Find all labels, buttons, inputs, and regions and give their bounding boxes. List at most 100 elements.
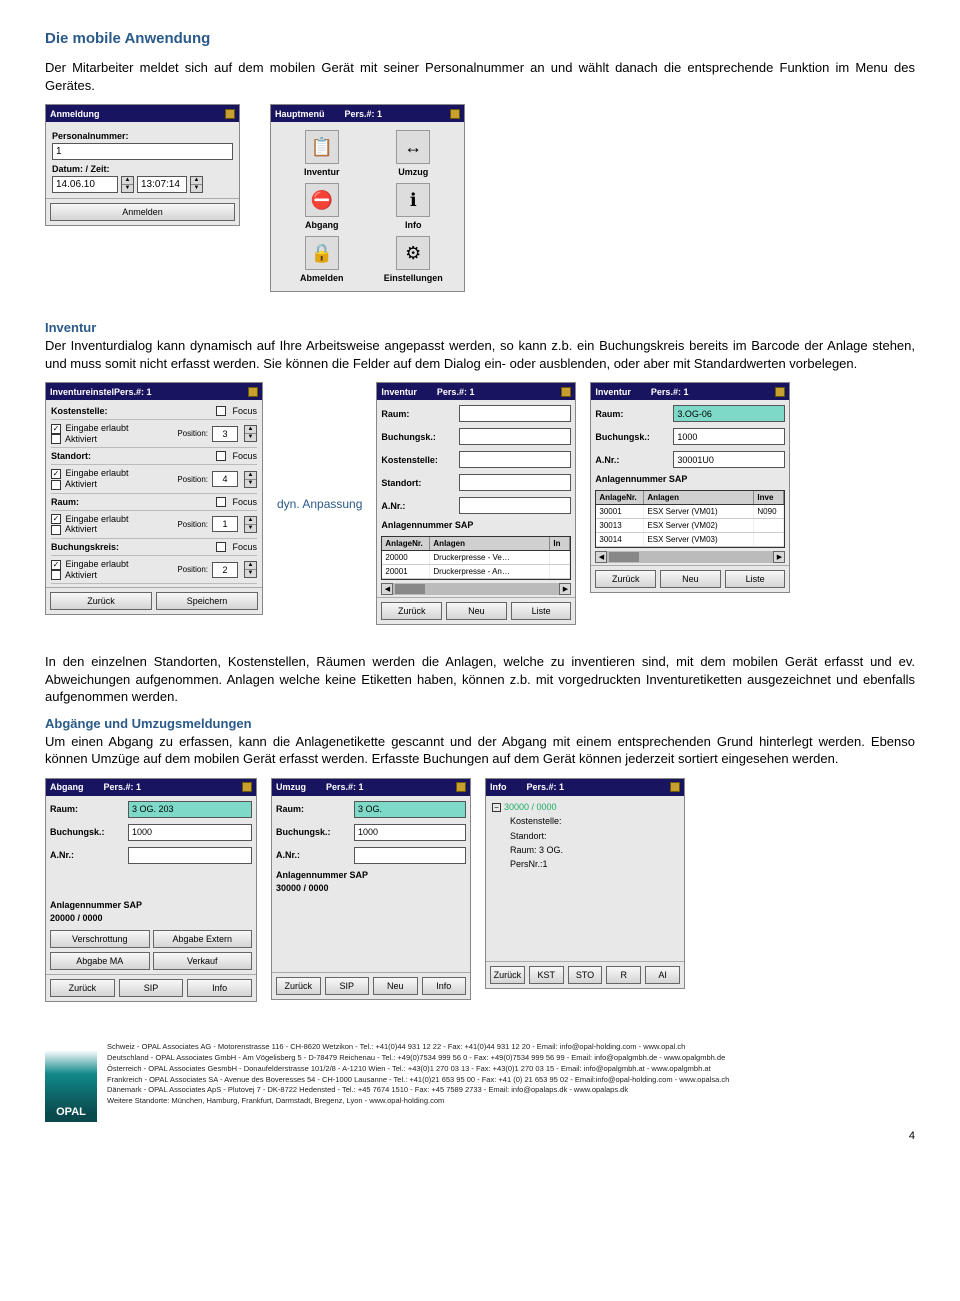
scrollbar[interactable]: ◀▶ [381,583,571,595]
menu-umzug[interactable]: ↔Umzug [371,130,457,177]
focus-checkbox[interactable] [216,406,226,416]
input-kst[interactable] [459,451,571,468]
position-input[interactable]: 1 [212,516,238,532]
input-time[interactable]: 13:07:14 [137,176,187,193]
window-title: Anmeldung [50,109,100,119]
time-spinner[interactable]: ▲▼ [190,176,203,193]
menu-abgang[interactable]: ⛔Abgang [279,183,365,230]
annotation-dyn: dyn. Anpassung [277,497,362,511]
remove-icon: ⛔ [305,183,339,217]
r-button[interactable]: R [606,966,641,984]
window-title: Info [490,782,507,792]
back-button[interactable]: Zurück [276,977,321,995]
save-button[interactable]: Speichern [156,592,258,610]
battery-icon [242,782,252,792]
sto-button[interactable]: STO [568,966,603,984]
back-button[interactable]: Zurück [595,570,656,588]
footer-line: Weitere Standorte: München, Hamburg, Fra… [107,1096,915,1107]
info-code: 30000 / 0000 [504,802,557,812]
date-spinner[interactable]: ▲▼ [121,176,134,193]
ai-button[interactable]: AI [645,966,680,984]
menu-inventur[interactable]: 📋Inventur [279,130,365,177]
screenshot-anmeldung: Anmeldung Personalnummer: 1 Datum: / Zei… [45,104,240,226]
info-line: PersNr.:1 [492,857,678,871]
input-raum[interactable]: 3.OG-06 [673,405,785,422]
input-date[interactable]: 14.06.10 [52,176,118,193]
list-button[interactable]: Liste [725,570,786,588]
eingabe-checkbox[interactable]: ✓ [51,514,61,524]
focus-checkbox[interactable] [216,497,226,507]
scrollbar[interactable]: ◀▶ [595,551,785,563]
new-button[interactable]: Neu [373,977,418,995]
titlebar: Hauptmenü Pers.#: 1 [271,105,464,122]
pers-label: Pers.#: 1 [651,387,689,397]
focus-checkbox[interactable] [216,451,226,461]
opt-verkauf[interactable]: Verkauf [153,952,253,970]
input-buk[interactable]: 1000 [673,428,785,445]
window-title: InventureinstelPers.#: 1 [50,387,152,397]
opt-verschrottung[interactable]: Verschrottung [50,930,150,948]
input-raum[interactable]: 3 OG. [354,801,466,818]
footer-line: Frankreich - OPAL Associates SA - Avenue… [107,1075,915,1086]
intro-paragraph: Der Mitarbeiter meldet sich auf dem mobi… [45,59,915,94]
input-buk[interactable] [459,428,571,445]
battery-icon [561,387,571,397]
menu-info[interactable]: ℹInfo [371,183,457,230]
table-anlagen: AnlageNr.AnlagenInve 30001ESX Server (VM… [595,490,785,548]
input-anr[interactable] [459,497,571,514]
position-spinner[interactable]: ▲▼ [244,425,257,442]
position-input[interactable]: 3 [212,426,238,442]
menu-abmelden[interactable]: 🔒Abmelden [279,236,365,283]
input-raum[interactable] [459,405,571,422]
input-buk[interactable]: 1000 [128,824,252,841]
aktiviert-checkbox[interactable] [51,525,61,535]
eingabe-checkbox[interactable]: ✓ [51,560,61,570]
position-spinner[interactable]: ▲▼ [244,471,257,488]
position-spinner[interactable]: ▲▼ [244,561,257,578]
back-button[interactable]: Zurück [381,602,442,620]
login-button[interactable]: Anmelden [50,203,235,221]
opt-abgabe-extern[interactable]: Abgabe Extern [153,930,253,948]
new-button[interactable]: Neu [446,602,507,620]
battery-icon [775,387,785,397]
input-anr[interactable]: 30001U0 [673,451,785,468]
label-sap: Anlagennummer SAP [379,517,573,533]
opt-abgabe-ma[interactable]: Abgabe MA [50,952,150,970]
position-spinner[interactable]: ▲▼ [244,516,257,533]
position-input[interactable]: 4 [212,471,238,487]
battery-icon [225,109,235,119]
input-sto[interactable] [459,474,571,491]
back-button[interactable]: Zurück [50,979,115,997]
info-button[interactable]: Info [187,979,252,997]
back-button[interactable]: Zurück [50,592,152,610]
kst-button[interactable]: KST [529,966,564,984]
table-anlagen: AnlageNr.AnlagenIn 20000Druckerpresse - … [381,536,571,580]
list-button[interactable]: Liste [511,602,572,620]
position-input[interactable]: 2 [212,562,238,578]
input-buk[interactable]: 1000 [354,824,466,841]
value-sap: 20000 / 0000 [48,913,254,928]
footer: OPAL Schweiz - OPAL Associates AG - Moto… [45,1042,915,1122]
new-button[interactable]: Neu [660,570,721,588]
sip-button[interactable]: SIP [325,977,370,995]
info-button[interactable]: Info [422,977,467,995]
input-anr[interactable] [128,847,252,864]
input-raum[interactable]: 3 OG. 203 [128,801,252,818]
aktiviert-checkbox[interactable] [51,434,61,444]
eingabe-checkbox[interactable]: ✓ [51,469,61,479]
back-button[interactable]: Zurück [490,966,525,984]
pers-label: Pers.#: 1 [345,109,383,119]
aktiviert-checkbox[interactable] [51,570,61,580]
menu-einstellungen[interactable]: ⚙Einstellungen [371,236,457,283]
screenshot-info: InfoPers.#: 1 −30000 / 0000 Kostenstelle… [485,778,685,989]
focus-checkbox[interactable] [216,542,226,552]
aktiviert-checkbox[interactable] [51,480,61,490]
input-anr[interactable] [354,847,466,864]
collapse-icon[interactable]: − [492,803,501,812]
input-persnr[interactable]: 1 [52,143,233,160]
window-title: Abgang [50,782,84,792]
info-line: Kostenstelle: [492,814,678,828]
sip-button[interactable]: SIP [119,979,184,997]
eingabe-checkbox[interactable]: ✓ [51,424,61,434]
abg-heading: Abgänge und Umzugsmeldungen [45,716,915,731]
